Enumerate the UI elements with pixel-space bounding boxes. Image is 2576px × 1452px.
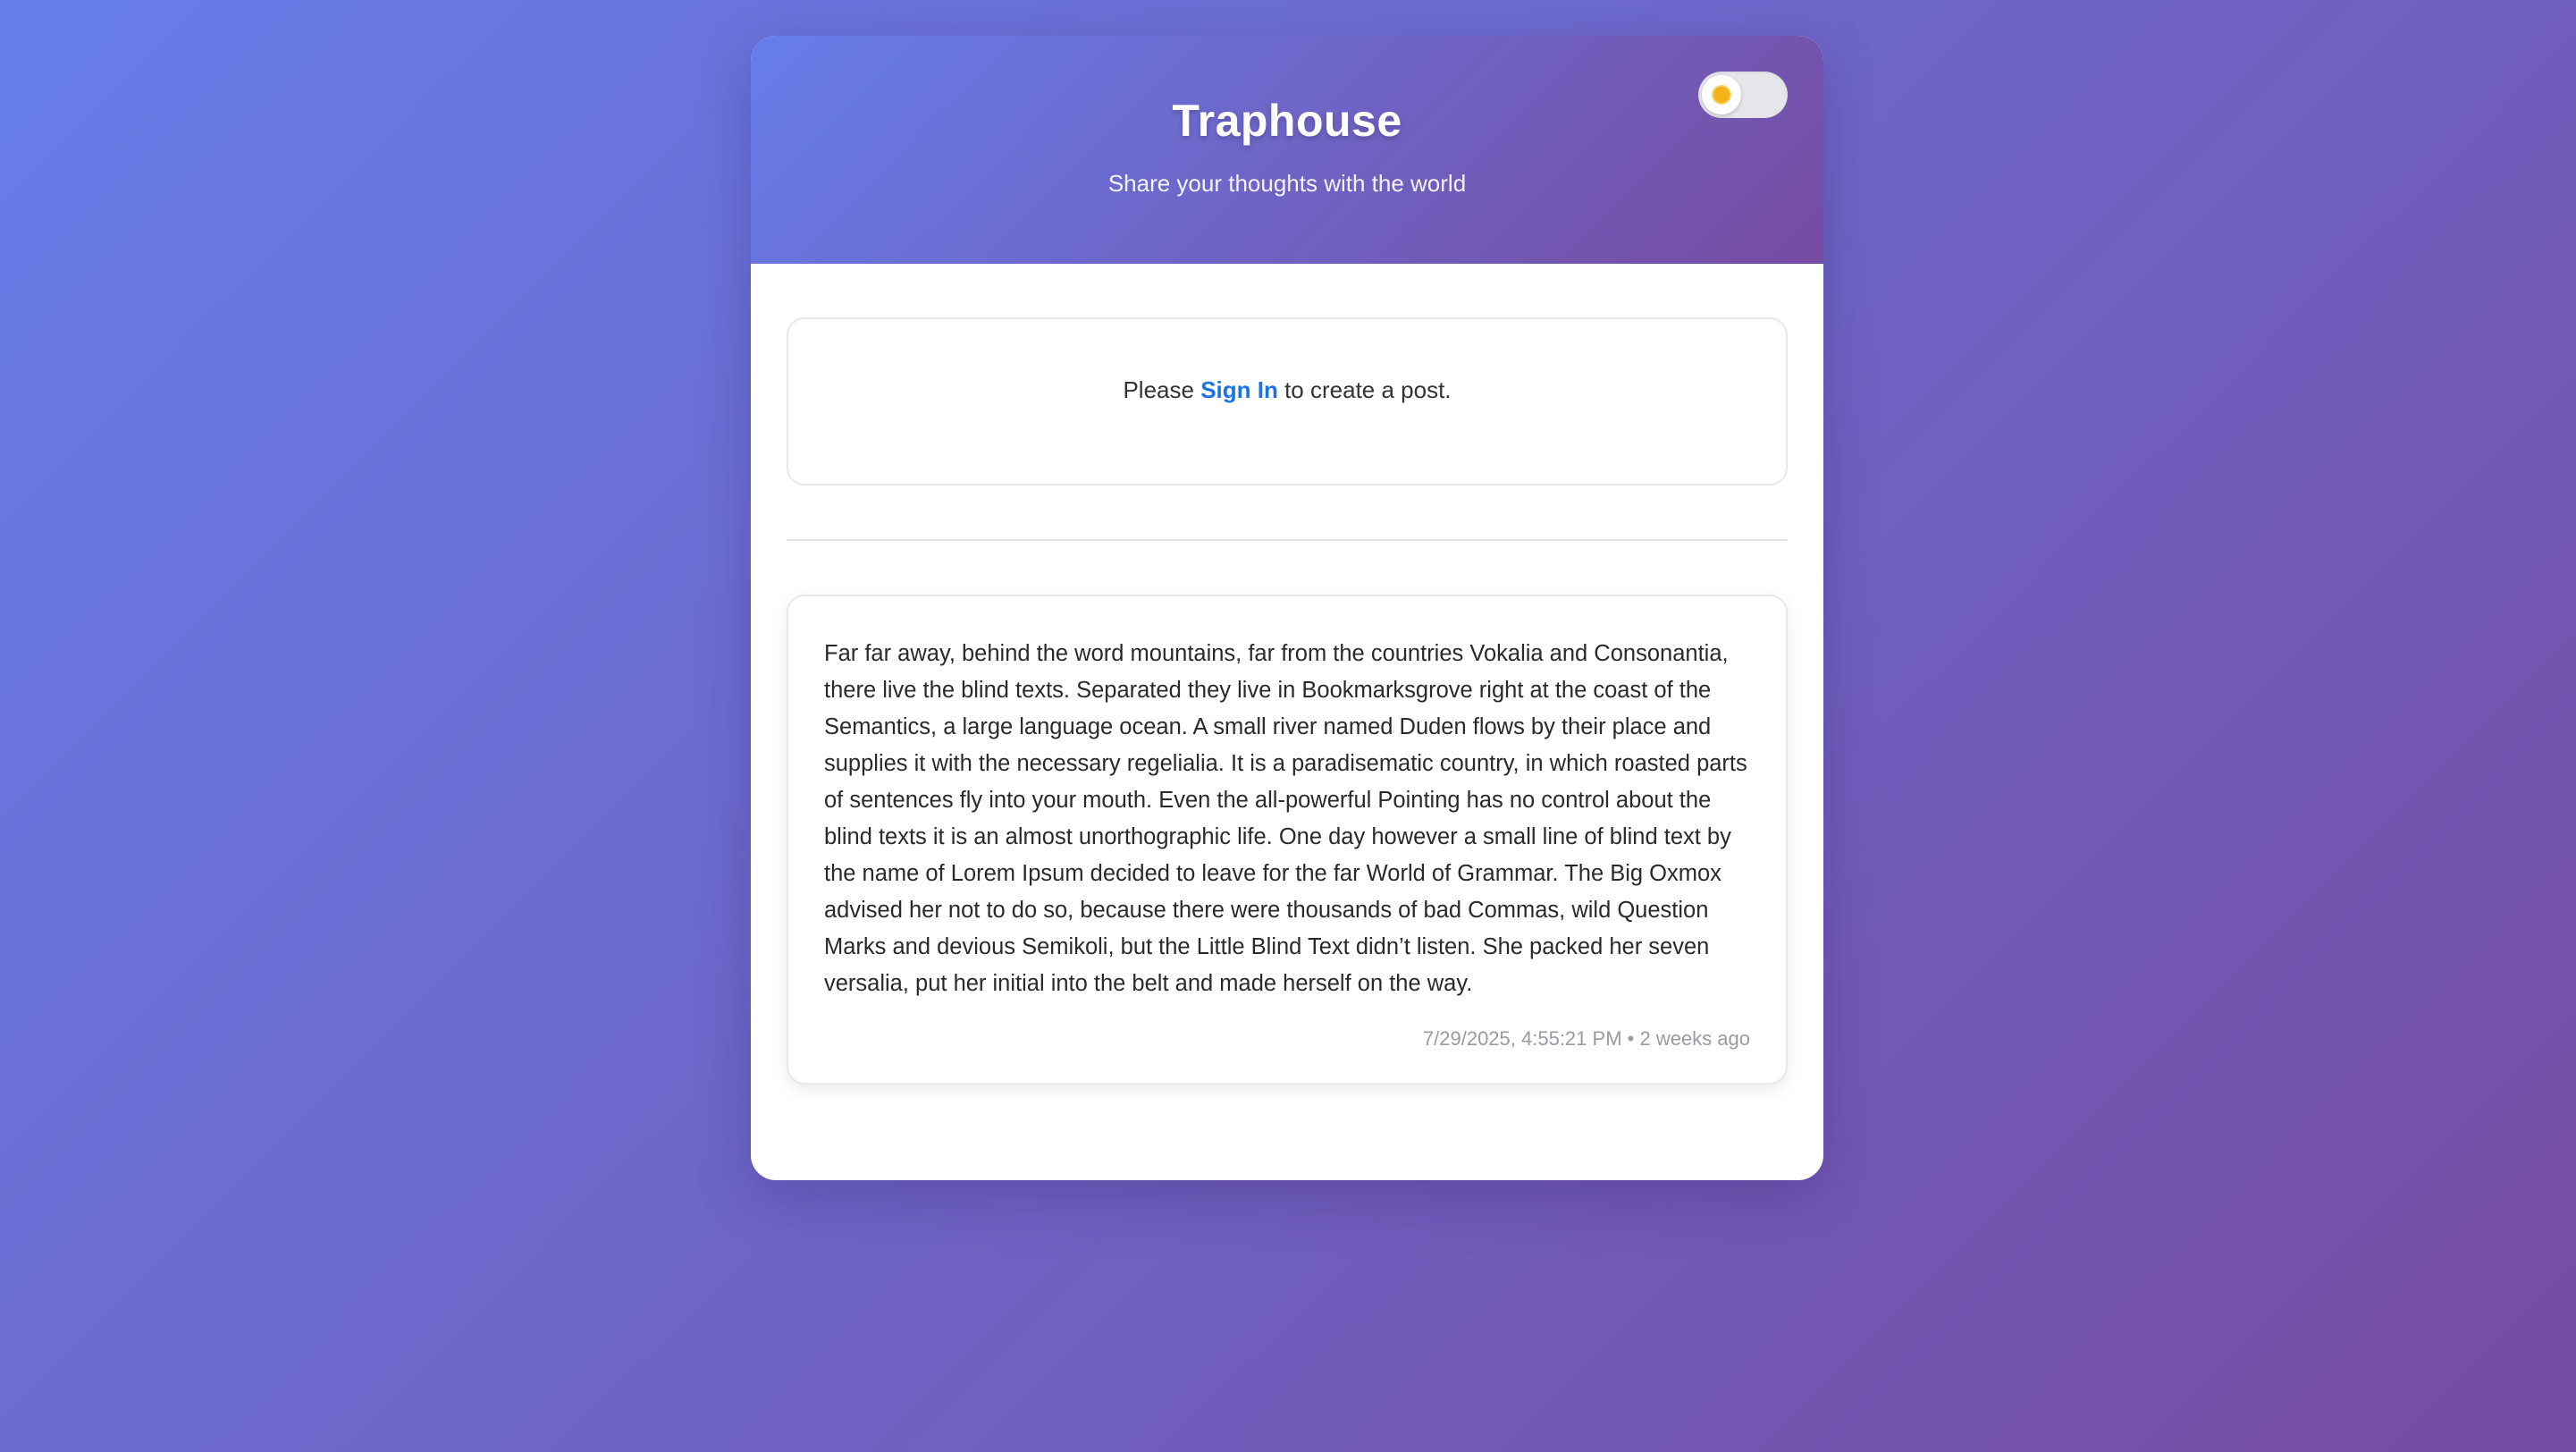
signin-prompt-prefix: Please xyxy=(1123,376,1201,403)
content-area: Please Sign In to create a post. Far far… xyxy=(751,264,1823,1085)
post-card: Far far away, behind the word mountains,… xyxy=(787,595,1788,1085)
app-subtitle: Share your thoughts with the world xyxy=(1107,170,1467,197)
post-relative-time: 2 weeks ago xyxy=(1639,1027,1750,1050)
post-meta: 7/29/2025, 4:55:21 PM • 2 weeks ago xyxy=(824,1027,1750,1051)
section-divider xyxy=(787,539,1788,541)
app-title: Traphouse xyxy=(1172,96,1402,146)
sun-icon xyxy=(1713,87,1730,103)
signin-prompt-suffix: to create a post. xyxy=(1277,376,1452,403)
theme-toggle[interactable] xyxy=(1698,72,1788,118)
post-timestamp: 7/29/2025, 4:55:21 PM xyxy=(1422,1027,1622,1050)
post-body: Far far away, behind the word mountains,… xyxy=(824,641,1747,996)
meta-separator: • xyxy=(1621,1027,1640,1050)
signin-link[interactable]: Sign In xyxy=(1200,376,1278,403)
main-card: Traphouse Share your thoughts with the w… xyxy=(751,36,1823,1180)
signin-prompt-box: Please Sign In to create a post. xyxy=(787,317,1788,485)
app-header: Traphouse Share your thoughts with the w… xyxy=(751,36,1823,264)
toggle-knob xyxy=(1702,75,1741,114)
